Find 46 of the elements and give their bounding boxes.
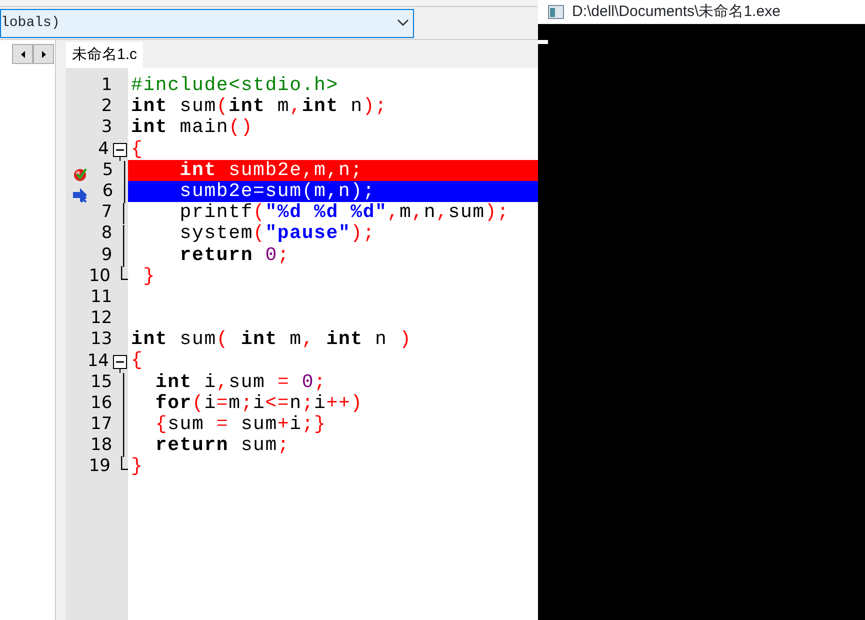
line-number: 18: [90, 435, 112, 456]
scope-dropdown[interactable]: lobals): [0, 8, 414, 38]
line-number: 6: [101, 181, 114, 202]
text-cursor: [538, 40, 548, 44]
line-number: 13: [90, 329, 112, 350]
code-line: system("pause");: [178, 223, 376, 244]
line-number: 12: [90, 308, 112, 330]
code-line: }: [142, 266, 156, 287]
console-window-icon: [548, 5, 564, 19]
code-line: return sum;: [154, 435, 291, 456]
code-line: #include<stdio.h>: [130, 75, 340, 96]
right-arrow-icon: [42, 50, 46, 58]
code-line: printf("%d %d %d",m,n,sum);: [178, 202, 510, 224]
code-line: {sum = sum+i;}: [154, 414, 328, 436]
code-line: int main(): [130, 117, 254, 139]
code-line: }: [130, 456, 144, 478]
code-line: int sum(int m,int n);: [130, 96, 388, 118]
code-line: {: [130, 350, 144, 372]
left-arrow-icon: [20, 50, 24, 58]
code-line: int i,sum = 0;: [154, 372, 328, 393]
line-number: 11: [90, 286, 112, 308]
line-number: 1: [100, 75, 112, 96]
code-line: int sum( int m, int n ): [130, 329, 413, 350]
line-number: 7: [100, 202, 112, 224]
line-number: 3: [100, 117, 112, 138]
line-number: 19: [88, 456, 110, 478]
line-number: 14: [86, 350, 109, 372]
file-tab[interactable]: 未命名1.c: [66, 42, 144, 68]
scroll-left-button[interactable]: [12, 44, 33, 64]
fold-end-line: [121, 266, 128, 280]
line-number: 9: [100, 244, 112, 266]
line-number: 5: [101, 160, 114, 181]
line-number: 2: [100, 96, 112, 118]
line-number: 16: [90, 392, 112, 414]
line-number: 17: [90, 414, 112, 436]
code-line: {: [130, 138, 144, 160]
code-line: return 0;: [178, 244, 291, 266]
scroll-right-button[interactable]: [33, 44, 54, 64]
line-number: 10: [88, 266, 110, 287]
code-line: for(i=m;i<=n;i++): [154, 392, 364, 414]
fold-end-line: [121, 456, 128, 470]
line-number: 8: [100, 223, 112, 244]
dropdown-caret-icon: [397, 19, 409, 27]
line-number: 15: [90, 372, 112, 393]
line-number: 4: [97, 138, 109, 160]
console-title: D:\dell\Documents\未命名1.exe: [572, 2, 780, 22]
